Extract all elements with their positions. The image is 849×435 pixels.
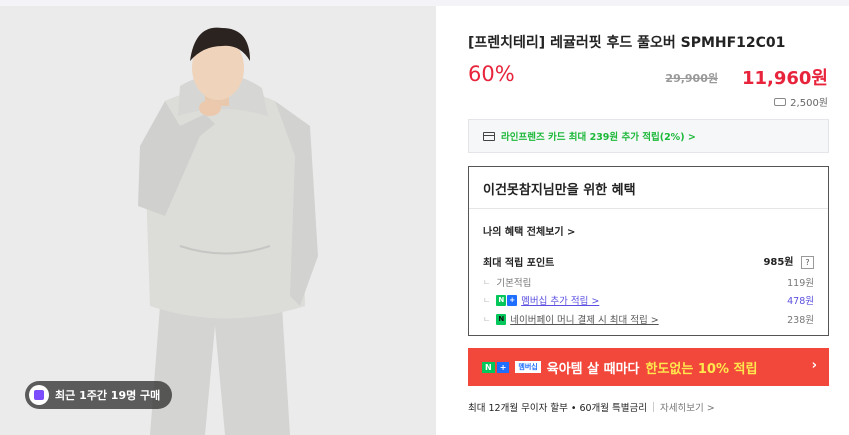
membership-points-value: 478원 <box>787 296 814 307</box>
member-benefit-box: 이건못참지님만을 위한 혜택 나의 혜택 전체보기 > 최대 적립 포인트 98… <box>468 166 829 336</box>
shipping-fee-value: 2,500원 <box>790 98 828 109</box>
card-benefit-bar[interactable]: 라인프렌즈 카드 최대 239원 추가 적립(2%) > <box>468 119 829 153</box>
recent-purchase-badge: 최근 1주간 19명 구매 <box>25 381 173 409</box>
membership-promo-banner[interactable]: N + 멤버십 육아템 살 때마다 한도없는 10% 적립 › <box>468 348 829 386</box>
shopping-bag-icon <box>29 385 49 405</box>
naverpay-icon: N <box>496 313 507 325</box>
promo-text: 육아템 살 때마다 <box>546 361 640 377</box>
naverpay-points-row: N 네이버페이 머니 결제 시 최대 적립 > 238원 <box>483 312 814 326</box>
naver-n-icon: N <box>482 361 495 373</box>
installment-info: 최대 12개월 무이자 할부 • 60개월 특별금리 자세히보기 > <box>468 400 715 414</box>
credit-card-icon <box>483 131 495 141</box>
basic-points-value: 119원 <box>787 278 814 289</box>
promo-highlight: 한도없는 10% 적립 <box>645 361 758 377</box>
membership-tag: 멤버십 <box>515 361 541 373</box>
plus-icon: + <box>507 294 518 306</box>
plus-icon: + <box>496 361 510 373</box>
original-price: 29,900원 <box>665 72 718 85</box>
card-benefit-text: 라인프렌즈 카드 최대 239원 추가 적립(2%) > <box>501 132 696 143</box>
divider <box>653 402 654 412</box>
truck-icon <box>774 97 787 106</box>
naverpay-points-value: 238원 <box>787 315 814 326</box>
model-illustration <box>0 6 436 435</box>
chevron-right-icon: › <box>811 358 817 373</box>
product-title: [프렌치테리] 레귤러핏 후드 풀오버 SPMHF12C01 <box>468 35 786 51</box>
naverpay-points-link[interactable]: 네이버페이 머니 결제 시 최대 적립 > <box>510 312 658 326</box>
membership-points-link[interactable]: 멤버십 추가 적립 > <box>521 293 599 307</box>
discount-rate: 60% <box>468 62 515 86</box>
basic-points-label: 기본적립 <box>496 278 532 289</box>
naver-n-icon: N <box>496 294 507 306</box>
basic-points-row: 기본적립 119원 <box>483 275 814 289</box>
shipping-fee: 2,500원 <box>774 94 828 109</box>
membership-points-row: N + 멤버십 추가 적립 > 478원 <box>483 293 814 307</box>
installment-text: 최대 12개월 무이자 할부 • 60개월 특별금리 <box>468 403 647 414</box>
product-photo[interactable]: 최근 1주간 19명 구매 <box>0 6 436 435</box>
recent-purchase-text: 최근 1주간 19명 구매 <box>55 389 161 402</box>
sale-price: 11,960원 <box>741 68 828 89</box>
max-points-row: 최대 적립 포인트 985원 ? <box>483 253 814 269</box>
see-all-benefits-link[interactable]: 나의 혜택 전체보기 > <box>483 223 575 238</box>
max-points-value: 985원 <box>763 257 794 268</box>
help-icon[interactable]: ? <box>801 256 814 269</box>
installment-details-link[interactable]: 자세히보기 > <box>660 400 715 414</box>
max-points-label: 최대 적립 포인트 <box>483 257 555 269</box>
benefit-heading: 이건못참지님만을 위한 혜택 <box>469 167 828 209</box>
